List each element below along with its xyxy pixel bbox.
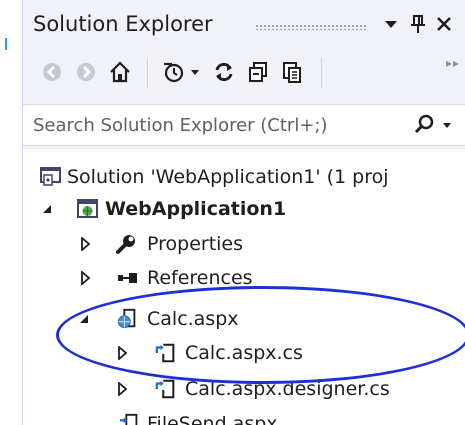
tree-item-label: References	[147, 267, 253, 289]
panel-title: Solution Explorer	[33, 12, 213, 36]
tree-item-label: FileSend.aspx	[147, 413, 278, 425]
sync-icon[interactable]	[209, 57, 239, 87]
search-box	[23, 104, 465, 146]
tree-item-label: Calc.aspx	[147, 308, 239, 330]
web-project-icon	[77, 198, 99, 220]
toolbar-separator	[321, 58, 322, 88]
tree-item-label: Calc.aspx.designer.cs	[185, 378, 390, 400]
aspx-page-icon	[119, 413, 141, 425]
collapsed-arrow-icon[interactable]	[115, 381, 129, 397]
panel-toolbar: ▸▸	[23, 50, 465, 96]
pin-icon[interactable]	[407, 12, 429, 36]
toolbar-overflow-icon[interactable]: ▸▸	[446, 56, 460, 70]
back-icon[interactable]	[37, 57, 67, 87]
expanded-arrow-icon[interactable]	[77, 311, 91, 327]
drag-grip[interactable]	[255, 24, 367, 30]
dropdown-arrow-icon[interactable]	[380, 12, 402, 36]
show-all-files-icon[interactable]	[277, 57, 307, 87]
collapsed-arrow-icon[interactable]	[78, 236, 92, 252]
search-icon	[414, 114, 434, 134]
tree-item-project[interactable]: WebApplication1	[23, 193, 465, 225]
tree-item-label: Calc.aspx.cs	[185, 342, 303, 364]
tree-item-calc-aspx-designer-cs[interactable]: Calc.aspx.designer.cs	[23, 373, 465, 405]
forward-icon[interactable]	[71, 57, 101, 87]
search-input[interactable]	[23, 105, 408, 145]
solution-explorer-panel: Solution Explorer ▸▸ Search Solution Exp…	[23, 0, 465, 425]
expanded-arrow-icon[interactable]	[40, 201, 54, 217]
collapsed-arrow-icon[interactable]	[115, 345, 129, 361]
search-options-button[interactable]	[413, 112, 463, 138]
tree-item-label: Properties	[147, 233, 244, 255]
pending-changes-dropdown-icon[interactable]	[187, 57, 203, 87]
solution-tree: Solution 'WebApplication1' (1 proj WebAp…	[23, 150, 465, 425]
aspx-page-icon	[117, 308, 139, 330]
tree-item-label: WebApplication1	[105, 198, 287, 220]
tree-item-properties[interactable]: Properties	[23, 228, 465, 260]
solution-icon	[40, 166, 62, 188]
panel-title-bar[interactable]: Solution Explorer	[23, 0, 465, 48]
close-icon[interactable]	[433, 12, 455, 36]
collapsed-arrow-icon[interactable]	[78, 270, 92, 286]
tree-item-solution[interactable]: Solution 'WebApplication1' (1 proj	[23, 161, 465, 193]
editor-edge	[0, 0, 22, 425]
chevron-down-icon	[443, 123, 451, 128]
cs-file-icon	[155, 378, 177, 400]
collapse-all-icon[interactable]	[243, 57, 273, 87]
references-icon	[117, 267, 139, 289]
tree-item-label: Solution 'WebApplication1' (1 proj	[67, 166, 389, 188]
wrench-icon	[115, 233, 137, 255]
tree-item-calc-aspx-cs[interactable]: Calc.aspx.cs	[23, 337, 465, 369]
tree-item-filesend-aspx[interactable]: FileSend.aspx	[23, 408, 465, 425]
screenshot-root: Solution Explorer ▸▸ Search Solution Exp…	[0, 0, 465, 425]
tree-item-references[interactable]: References	[23, 262, 465, 294]
pending-changes-icon[interactable]	[159, 57, 189, 87]
tree-item-calc-aspx[interactable]: Calc.aspx	[23, 303, 465, 335]
editor-caret	[5, 38, 7, 50]
cs-file-icon	[155, 342, 177, 364]
home-icon[interactable]	[105, 57, 135, 87]
toolbar-separator-highlight	[148, 58, 149, 88]
